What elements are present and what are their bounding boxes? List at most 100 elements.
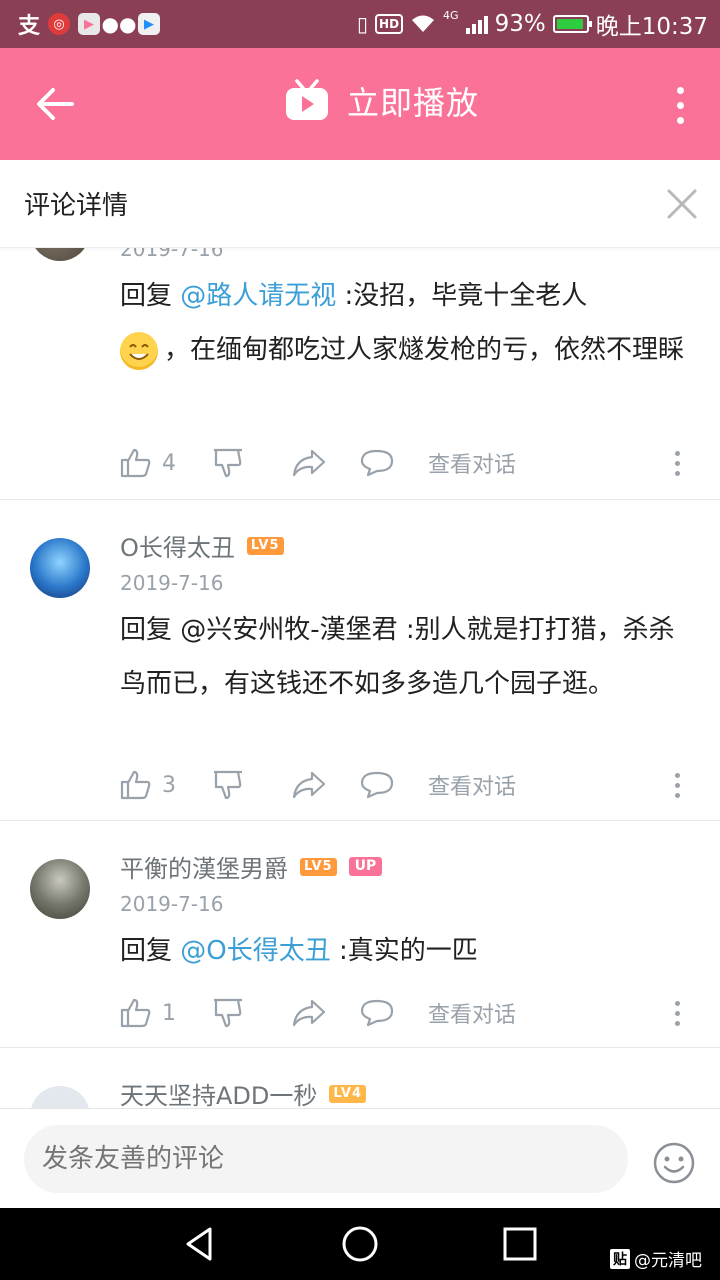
like-button[interactable]: 4 xyxy=(120,448,212,478)
battery-icon xyxy=(552,15,592,33)
like-button[interactable]: 3 xyxy=(120,770,212,800)
chat-bubble-icon xyxy=(360,999,394,1027)
reply-prefix: 回复 xyxy=(120,281,181,311)
comment-more-button[interactable] xyxy=(675,450,680,476)
dislike-button[interactable] xyxy=(212,448,292,478)
user-row: 平衡的漢堡男爵 LV5 UP xyxy=(120,849,383,884)
app-bar: 立即播放 xyxy=(0,48,720,160)
like-count: 4 xyxy=(162,450,176,476)
notification-icons: 支 ◎ ▶ ●● ▶ xyxy=(18,12,160,39)
reply-button[interactable] xyxy=(360,999,428,1027)
comment-input[interactable] xyxy=(24,1125,628,1193)
more-menu-button[interactable] xyxy=(658,80,702,130)
comment-more-button[interactable] xyxy=(675,772,680,798)
share-button[interactable] xyxy=(292,771,360,799)
comment-text-part: :没招，毕竟十全老人 xyxy=(336,281,588,311)
share-button[interactable] xyxy=(292,999,360,1027)
comment-composer xyxy=(0,1108,720,1208)
level-badge: LV5 xyxy=(246,536,284,555)
user-row: O长得太丑 LV5 xyxy=(120,528,284,563)
comment-more-button[interactable] xyxy=(675,1000,680,1026)
chat-bubble-icon xyxy=(360,771,394,799)
comment-actions: 1 查看对话 xyxy=(120,993,700,1033)
status-bar: 支 ◎ ▶ ●● ▶ ▯ HD 4G 93% 晚上10:37 xyxy=(0,0,720,48)
comment-text: 回复 @路人请无视 :没招，毕竟十全老人 ，在缅甸都吃过人家燧发枪的亏，依然不理… xyxy=(120,269,690,377)
page-title: 评论详情 xyxy=(24,191,129,221)
thumbs-down-icon xyxy=(214,448,242,478)
reply-button[interactable] xyxy=(360,771,428,799)
network-type: 4G xyxy=(443,9,459,22)
wechat-icon: ●● xyxy=(101,12,137,36)
thumbs-up-icon xyxy=(120,998,151,1028)
comment-text-part: ，在缅甸都吃过人家燧发枪的亏，依然不理睬 xyxy=(164,335,685,365)
dislike-button[interactable] xyxy=(212,770,292,800)
thumbs-up-icon xyxy=(120,770,151,800)
comment-item: 2019-7-16 回复 @路人请无视 :没招，毕竟十全老人 ，在缅甸都吃过人家… xyxy=(0,248,720,500)
signal-icon xyxy=(465,14,488,34)
smile-emoji-icon xyxy=(120,331,158,370)
thumbs-down-icon xyxy=(214,770,242,800)
arrow-left-icon xyxy=(37,88,74,120)
nav-home-icon[interactable] xyxy=(340,1224,380,1264)
chat-bubble-icon xyxy=(360,449,394,477)
avatar[interactable] xyxy=(30,248,90,261)
comment-actions: 3 查看对话 xyxy=(120,765,700,805)
level-badge: LV5 xyxy=(300,857,337,876)
share-button[interactable] xyxy=(292,449,360,477)
tv-play-icon xyxy=(286,79,328,120)
avatar[interactable] xyxy=(30,859,90,919)
comment-list[interactable]: 2019-7-16 回复 @路人请无视 :没招，毕竟十全老人 ，在缅甸都吃过人家… xyxy=(0,248,720,1108)
nav-back-icon[interactable] xyxy=(180,1224,220,1264)
view-conversation-link[interactable]: 查看对话 xyxy=(428,997,516,1029)
user-row: 天天坚持ADD一秒 LV4 xyxy=(120,1076,366,1108)
clock: 晚上10:37 xyxy=(595,14,708,40)
play-now-button[interactable]: 立即播放 xyxy=(283,78,479,124)
share-arrow-icon xyxy=(292,999,326,1027)
uploader-badge: UP xyxy=(348,857,383,876)
comment-detail-header: 评论详情 xyxy=(0,160,720,248)
battery-percent: 93% xyxy=(494,11,546,37)
netease-music-icon: ◎ xyxy=(48,13,70,35)
avatar[interactable] xyxy=(30,538,90,598)
wifi-icon xyxy=(412,15,435,32)
dot xyxy=(676,86,684,94)
comment-text-part: :真实的一匹 xyxy=(330,936,478,966)
system-status: ▯ HD 4G 93% 晚上10:37 xyxy=(357,7,708,41)
emoji-icon[interactable] xyxy=(652,1141,696,1185)
like-count: 3 xyxy=(162,772,176,798)
share-arrow-icon xyxy=(292,449,326,477)
mention-link[interactable]: @路人请无视 xyxy=(180,281,336,311)
play-now-label: 立即播放 xyxy=(347,84,480,122)
hd-icon: HD xyxy=(375,14,404,34)
comment-date: 2019-7-16 xyxy=(120,248,224,261)
username[interactable]: O长得太丑 xyxy=(120,528,235,563)
thumbs-up-icon xyxy=(120,448,151,478)
back-button[interactable] xyxy=(30,82,80,126)
alipay-icon: 支 xyxy=(18,14,41,39)
comment-item: 天天坚持ADD一秒 LV4 xyxy=(0,1048,720,1108)
dislike-button[interactable] xyxy=(212,998,292,1028)
dot xyxy=(676,101,684,109)
vibrate-icon: ▯ xyxy=(357,12,369,36)
bilibili-icon: ▶ xyxy=(78,13,100,35)
username[interactable]: 天天坚持ADD一秒 xyxy=(120,1076,317,1108)
reply-button[interactable] xyxy=(360,449,428,477)
close-icon[interactable] xyxy=(666,188,698,220)
share-arrow-icon xyxy=(292,771,326,799)
like-count: 1 xyxy=(162,1000,176,1026)
view-conversation-link[interactable]: 查看对话 xyxy=(428,769,516,801)
username[interactable]: 平衡的漢堡男爵 xyxy=(120,849,288,884)
avatar[interactable] xyxy=(30,1086,90,1108)
comment-item: 平衡的漢堡男爵 LV5 UP 2019-7-16 回复 @O长得太丑 :真实的一… xyxy=(0,821,720,1048)
like-button[interactable]: 1 xyxy=(120,998,212,1028)
comment-item: O长得太丑 LV5 2019-7-16 回复 @兴安州牧-漢堡君 :别人就是打打… xyxy=(0,500,720,821)
youku-icon: ▶ xyxy=(138,13,160,35)
comment-text: 回复 @O长得太丑 :真实的一匹 xyxy=(120,924,690,978)
level-badge: LV4 xyxy=(329,1084,366,1103)
nav-recents-icon[interactable] xyxy=(500,1224,540,1264)
thumbs-down-icon xyxy=(214,998,242,1028)
view-conversation-link[interactable]: 查看对话 xyxy=(428,447,516,479)
reply-prefix: 回复 xyxy=(120,936,181,966)
comment-actions: 4 查看对话 xyxy=(120,443,700,483)
mention-link[interactable]: @O长得太丑 xyxy=(180,936,330,966)
